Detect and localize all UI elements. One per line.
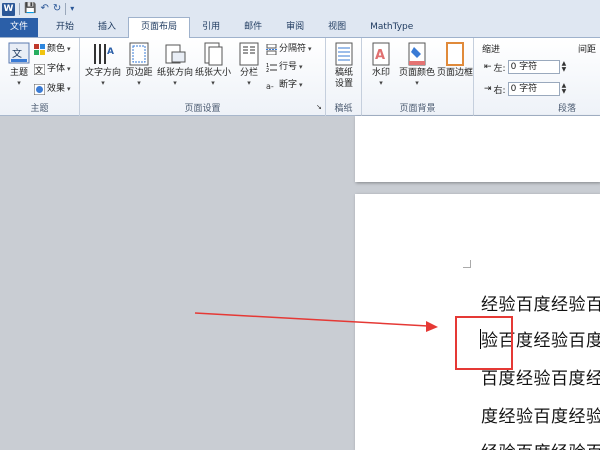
annotation-arrow-icon xyxy=(194,312,438,332)
